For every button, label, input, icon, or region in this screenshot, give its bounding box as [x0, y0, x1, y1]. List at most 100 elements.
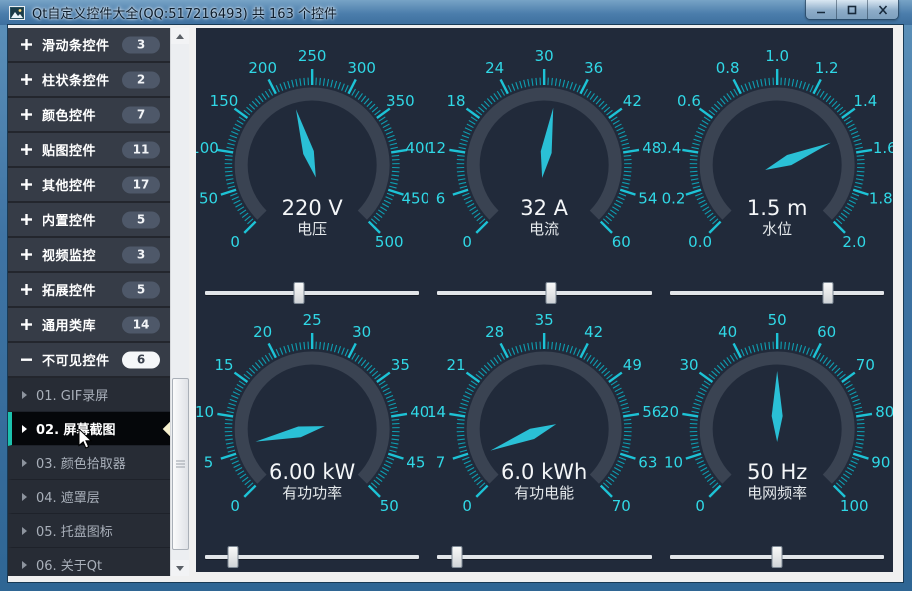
plus-icon [21, 39, 32, 50]
sidebar-item-2[interactable]: 02. 屏幕截图 [8, 412, 170, 446]
svg-text:10: 10 [196, 403, 214, 421]
svg-text:60: 60 [817, 323, 836, 341]
selected-marker-icon [163, 421, 170, 437]
svg-text:300: 300 [347, 59, 376, 77]
svg-text:30: 30 [679, 356, 698, 374]
sidebar-group-invisible[interactable]: 不可见控件6 [8, 343, 170, 378]
group-label: 视频监控 [42, 245, 96, 264]
count-badge: 11 [122, 141, 160, 158]
triangle-icon [22, 527, 27, 535]
slider-thumb[interactable] [771, 546, 782, 568]
plus-icon [21, 179, 32, 190]
count-badge: 5 [122, 211, 160, 228]
svg-text:90: 90 [871, 454, 890, 472]
item-label: 02. 屏幕截图 [36, 419, 116, 438]
sidebar-group-colors[interactable]: 颜色控件7 [8, 98, 170, 133]
sidebar-item-6[interactable]: 06. 关于Qt [8, 548, 170, 576]
count-badge: 3 [122, 36, 160, 53]
svg-text:10: 10 [664, 454, 683, 472]
slider-water-level [661, 278, 893, 308]
gauge-panel: 050100150200250300350400450500220 V电压061… [196, 28, 893, 572]
sidebar-group-common-lib[interactable]: 通用类库14 [8, 308, 170, 343]
window-title: Qt自定义控件大全(QQ:517216493) 共 163 个控件 [32, 3, 337, 22]
slider-voltage [196, 278, 428, 308]
gauge-grid-frequency: 010203040506070809010050 Hz电网频率 [661, 308, 893, 542]
gauge-needle [537, 107, 559, 179]
scroll-up-button[interactable] [171, 28, 189, 44]
gauge-label: 有功功率 [282, 484, 342, 502]
slider-thumb[interactable] [545, 282, 556, 304]
gauge-value: 32 A [521, 196, 569, 220]
sidebar-group-bars[interactable]: 柱状条控件2 [8, 63, 170, 98]
sidebar-group-pixmaps[interactable]: 贴图控件 11 [8, 133, 170, 168]
svg-text:2.0: 2.0 [842, 233, 866, 251]
item-label: 03. 颜色拾取器 [36, 453, 126, 472]
svg-text:1.8: 1.8 [869, 190, 893, 208]
svg-text:0: 0 [463, 497, 473, 515]
svg-text:0.8: 0.8 [715, 59, 739, 77]
desktop: { "window": { "title": "Qt自定义控件大全(QQ:517… [0, 0, 912, 591]
scrollbar-thumb[interactable] [172, 378, 189, 550]
group-label: 贴图控件 [42, 140, 96, 159]
item-label: 05. 托盘图标 [36, 521, 113, 540]
gauge-needle [489, 419, 559, 456]
window-controls [805, 0, 899, 20]
slider-thumb[interactable] [227, 546, 238, 568]
svg-text:15: 15 [214, 356, 233, 374]
sidebar-item-4[interactable]: 04. 遮罩层 [8, 480, 170, 514]
svg-text:350: 350 [386, 92, 415, 110]
minimize-button[interactable] [806, 0, 837, 19]
svg-text:45: 45 [406, 454, 425, 472]
slider-thumb[interactable] [823, 282, 834, 304]
arrow-down-icon [176, 566, 184, 571]
count-badge: 7 [122, 106, 160, 123]
svg-text:100: 100 [840, 497, 869, 515]
gauge-needle [771, 371, 782, 442]
sidebar-group-video[interactable]: 视频监控3 [8, 238, 170, 273]
svg-text:1.2: 1.2 [814, 59, 838, 77]
plus-icon [21, 249, 32, 260]
slider-track[interactable] [670, 555, 884, 559]
titlebar[interactable]: Qt自定义控件大全(QQ:517216493) 共 163 个控件 [0, 0, 912, 25]
slider-track[interactable] [205, 555, 419, 559]
svg-text:0: 0 [463, 233, 473, 251]
svg-text:20: 20 [253, 323, 272, 341]
gauge-value: 1.5 m [747, 196, 807, 220]
slider-track[interactable] [205, 291, 419, 295]
group-label: 内置控件 [42, 210, 96, 229]
sidebar-item-3[interactable]: 03. 颜色拾取器 [8, 446, 170, 480]
sidebar-group-extensions[interactable]: 拓展控件5 [8, 273, 170, 308]
maximize-button[interactable] [837, 0, 868, 19]
sidebar-item-5[interactable]: 05. 托盘图标 [8, 514, 170, 548]
triangle-icon [22, 493, 27, 501]
sidebar-group-builtins[interactable]: 内置控件 5 [8, 203, 170, 238]
count-badge: 2 [122, 71, 160, 88]
gauge-value: 50 Hz [747, 460, 807, 484]
sidebar: 滑动条控件3柱状条控件2颜色控件7贴图控件11其他控件17内置控件5视频监控3拓… [8, 28, 170, 576]
scrollbar-grip-icon [176, 461, 185, 468]
svg-text:35: 35 [391, 356, 410, 374]
slider-current [428, 278, 660, 308]
slider-thumb[interactable] [451, 546, 462, 568]
sidebar-group-sliders[interactable]: 滑动条控件3 [8, 28, 170, 63]
svg-text:18: 18 [447, 92, 466, 110]
count-badge: 6 [122, 351, 160, 368]
slider-track[interactable] [437, 291, 651, 295]
slider-grid-frequency [661, 542, 893, 572]
sidebar-group-others[interactable]: 其他控件17 [8, 168, 170, 203]
close-button[interactable] [868, 0, 898, 19]
svg-text:40: 40 [718, 323, 737, 341]
sidebar-scrollbar[interactable] [170, 28, 189, 576]
minimize-icon [815, 5, 827, 15]
slider-thumb[interactable] [294, 282, 305, 304]
svg-text:6: 6 [436, 190, 446, 208]
slider-track[interactable] [670, 291, 884, 295]
scroll-down-button[interactable] [171, 560, 189, 576]
item-label: 06. 关于Qt [36, 555, 102, 574]
slider-track[interactable] [437, 555, 651, 559]
gauge-needle [254, 421, 326, 447]
gauge-current: 0612182430364248546032 A电流 [428, 28, 660, 278]
sidebar-item-1[interactable]: 01. GIF录屏 [8, 378, 170, 412]
plus-icon [21, 284, 32, 295]
svg-text:200: 200 [248, 59, 277, 77]
